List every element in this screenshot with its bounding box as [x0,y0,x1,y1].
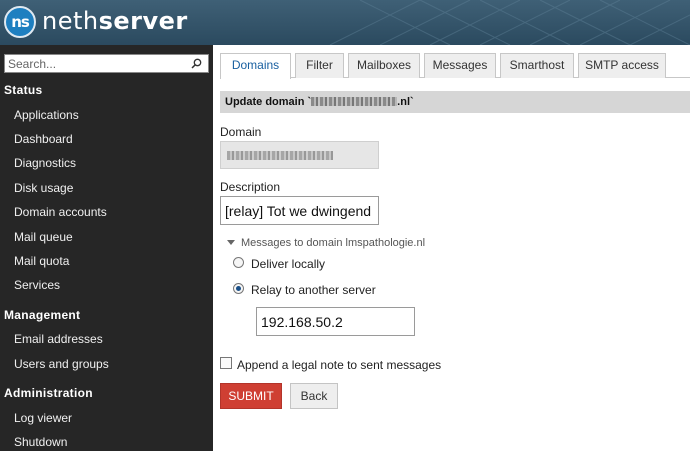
domain-label: Domain [220,125,262,139]
tab-domains[interactable]: Domains [220,53,291,79]
nav-section-management: Management [4,308,81,322]
nav-item-applications[interactable]: Applications [14,108,79,122]
submit-button[interactable]: SUBMIT [220,383,282,409]
nav-item-shutdown[interactable]: Shutdown [14,435,67,449]
description-input[interactable] [220,196,379,225]
description-label: Description [220,180,281,194]
nav-item-email-addresses[interactable]: Email addresses [14,332,103,346]
nav-item-dashboard[interactable]: Dashboard [14,132,73,146]
nav-item-users-and-groups[interactable]: Users and groups [14,357,109,371]
tab-smarthost[interactable]: Smarthost [500,53,574,78]
chevron-down-icon [227,240,235,245]
panel-title: Update domain ` .nl` [220,91,690,113]
relay-host-input[interactable] [256,307,415,336]
redacted-text [227,151,333,160]
search-icon[interactable] [191,58,202,69]
legal-note-label[interactable]: Append a legal note to sent messages [237,358,441,372]
panel-title-suffix: .nl` [397,96,414,108]
nav-item-domain-accounts[interactable]: Domain accounts [14,205,107,219]
redacted-text [311,97,398,106]
panel-title-prefix: Update domain ` [225,96,312,108]
deliver-locally-label[interactable]: Deliver locally [251,257,325,271]
logo-text: nethserver [42,7,188,35]
app-header: ns nethserver [0,0,690,45]
tab-mailboxes[interactable]: Mailboxes [348,53,420,78]
search-input[interactable] [8,56,188,71]
nav-item-disk-usage[interactable]: Disk usage [14,181,73,195]
nav-item-diagnostics[interactable]: Diagnostics [14,156,76,170]
tab-filter[interactable]: Filter [295,53,344,78]
tab-smtp-access[interactable]: SMTP access [578,53,666,78]
legal-note-checkbox[interactable] [220,357,232,369]
nav-section-administration: Administration [4,386,93,400]
deliver-locally-radio[interactable] [233,257,244,268]
relay-label[interactable]: Relay to another server [251,283,376,297]
tab-messages[interactable]: Messages [424,53,496,78]
nav-section-status: Status [4,83,43,97]
nav-item-mail-queue[interactable]: Mail queue [14,230,73,244]
search-box[interactable] [4,54,209,73]
sidebar: Status Applications Dashboard Diagnostic… [0,45,213,451]
messages-toggle-label: Messages to domain lmspathologie.nl [241,237,426,249]
nav-item-mail-quota[interactable]: Mail quota [14,254,69,268]
domain-field [220,141,379,169]
nav-item-services[interactable]: Services [14,278,60,292]
relay-radio[interactable] [233,283,244,294]
back-button[interactable]: Back [290,383,338,409]
main-content: Domains Filter Mailboxes Messages Smarth… [213,45,690,451]
messages-toggle[interactable]: Messages to domain lmspathologie.nl [227,237,425,249]
nav-item-log-viewer[interactable]: Log viewer [14,411,72,425]
tab-bar: Domains Filter Mailboxes Messages Smarth… [220,53,690,79]
logo-icon: ns [4,6,36,38]
